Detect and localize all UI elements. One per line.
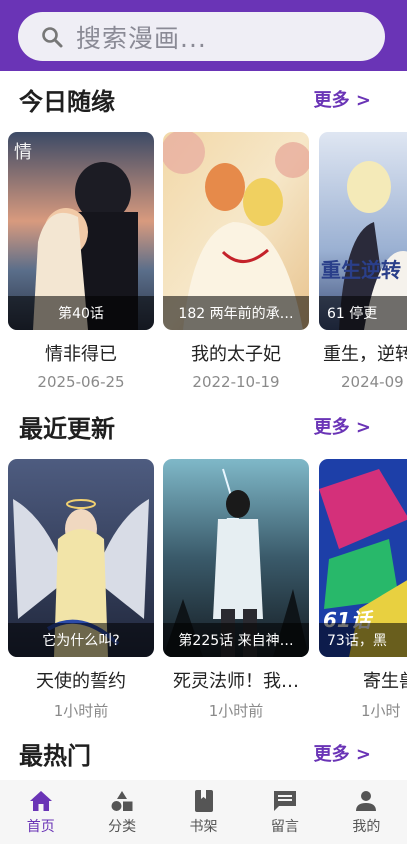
chapter-badge: 第40话 bbox=[8, 296, 154, 330]
comic-title: 寄生兽 bbox=[363, 671, 407, 692]
tab-profile-label: 我的 bbox=[352, 819, 381, 835]
comic-card[interactable]: 它为什么叫? 天使的誓约 1小时前 bbox=[8, 459, 154, 721]
comic-card-partial[interactable]: 重生逆转 61 停更 重生，逆转 2024-09 bbox=[319, 132, 407, 392]
search-input[interactable]: 搜索漫画... bbox=[18, 12, 385, 61]
bookshelf-icon bbox=[194, 790, 213, 812]
comic-title: 我的太子妃 bbox=[191, 344, 281, 365]
comic-updated-time: 1小时前 bbox=[53, 702, 109, 720]
comic-card[interactable]: 重生逆转 61 停更 重生，逆转 2024-09 bbox=[319, 132, 407, 391]
tab-category-label: 分类 bbox=[108, 819, 137, 835]
bottom-tab-bar: 首页 分类 书架 留言 我的 bbox=[0, 780, 407, 844]
tab-home[interactable]: 首页 bbox=[0, 780, 81, 844]
comic-card[interactable]: 第225话 来自神… 死灵法师！我… 1小时前 bbox=[163, 459, 309, 721]
comic-card[interactable]: 182 两年前的承… 我的太子妃 2022-10-19 bbox=[163, 132, 309, 391]
more-link-daily[interactable]: 更多 > bbox=[314, 86, 371, 112]
chapter-badge: 它为什么叫? bbox=[8, 623, 154, 657]
comic-card-partial[interactable]: 61话 73话，黑 寄生兽 1小时 bbox=[319, 459, 407, 719]
chapter-badge: 61 停更 bbox=[319, 296, 407, 330]
comic-cover: 61话 73话，黑 bbox=[319, 459, 407, 657]
section-title-hottest: 最热门 bbox=[19, 742, 91, 770]
more-link-hottest[interactable]: 更多 > bbox=[314, 740, 371, 766]
section-title-daily: 今日随缘 bbox=[19, 88, 115, 116]
search-icon bbox=[42, 26, 63, 47]
comic-updated-time: 1小时 bbox=[361, 702, 401, 719]
home-icon bbox=[29, 791, 52, 811]
tab-bookshelf[interactable]: 书架 bbox=[163, 780, 244, 844]
chapter-badge: 182 两年前的承… bbox=[163, 296, 309, 330]
comic-card[interactable]: 61话 73话，黑 寄生兽 1小时 bbox=[319, 459, 407, 719]
comic-cover: 它为什么叫? bbox=[8, 459, 154, 657]
comic-date: 2025-06-25 bbox=[37, 373, 125, 391]
tab-home-label: 首页 bbox=[26, 819, 55, 835]
comic-title: 情非得已 bbox=[45, 344, 117, 365]
comic-date: 2022-10-19 bbox=[192, 373, 280, 391]
comic-card[interactable]: 情 第40话 情非得已 2025-06-25 bbox=[8, 132, 154, 391]
tab-bookshelf-label: 书架 bbox=[189, 819, 218, 835]
message-icon bbox=[273, 791, 296, 811]
comic-updated-time: 1小时前 bbox=[208, 702, 264, 720]
chapter-badge: 73话，黑 bbox=[319, 623, 407, 657]
top-bar: 搜索漫画... bbox=[0, 0, 407, 71]
comic-title: 死灵法师！我… bbox=[173, 671, 299, 692]
search-placeholder: 搜索漫画... bbox=[76, 23, 207, 53]
category-icon bbox=[111, 791, 133, 811]
svg-text:重生逆转: 重生逆转 bbox=[321, 258, 401, 282]
comic-cover: 182 两年前的承… bbox=[163, 132, 309, 330]
profile-icon bbox=[356, 791, 377, 811]
chapter-badge: 第225话 来自神… bbox=[163, 623, 309, 657]
comic-cover: 情 第40话 bbox=[8, 132, 154, 330]
tab-profile[interactable]: 我的 bbox=[326, 780, 407, 844]
tab-messages-label: 留言 bbox=[270, 819, 299, 835]
section-title-recent: 最近更新 bbox=[19, 415, 115, 443]
comic-title: 天使的誓约 bbox=[36, 671, 126, 692]
svg-text:情: 情 bbox=[14, 142, 32, 163]
comic-cover: 第225话 来自神… bbox=[163, 459, 309, 657]
tab-category[interactable]: 分类 bbox=[81, 780, 162, 844]
more-link-recent[interactable]: 更多 > bbox=[314, 413, 371, 439]
tab-messages[interactable]: 留言 bbox=[244, 780, 325, 844]
comic-date: 2024-09 bbox=[341, 373, 404, 391]
comic-title: 重生，逆转 bbox=[323, 344, 407, 365]
comic-cover: 重生逆转 61 停更 bbox=[319, 132, 407, 330]
